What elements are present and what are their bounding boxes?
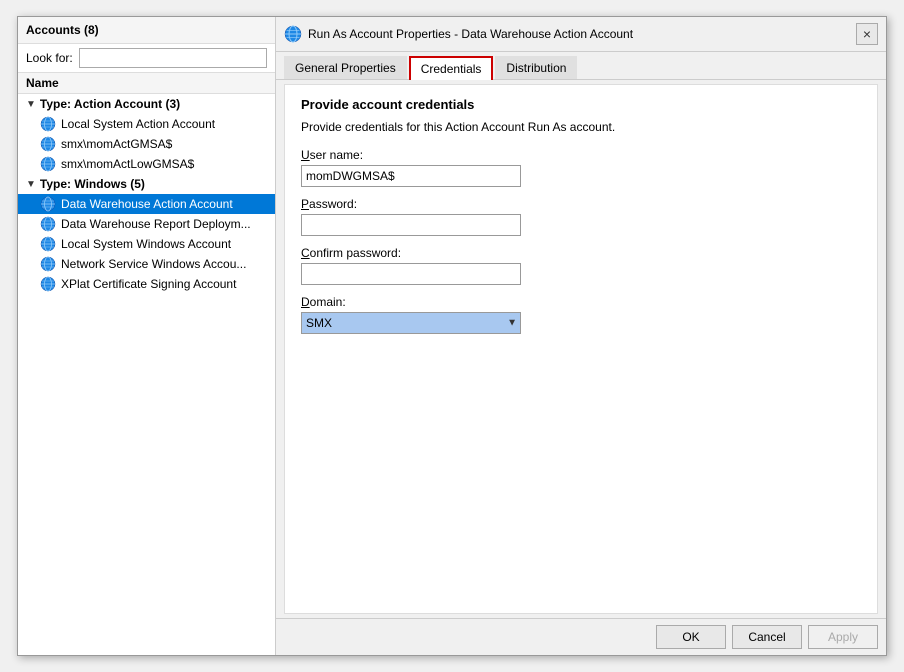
- globe-icon: [40, 136, 56, 152]
- globe-icon: [40, 256, 56, 272]
- domain-label: Domain:: [301, 295, 861, 309]
- collapse-icon[interactable]: ▼: [26, 99, 36, 110]
- list-item[interactable]: Data Warehouse Report Deploym...: [18, 214, 275, 234]
- list-item[interactable]: Data Warehouse Action Account: [18, 194, 275, 214]
- password-field: Password:: [301, 197, 861, 236]
- group-windows: ▼ Type: Windows (5): [18, 174, 275, 194]
- accounts-header: Accounts (8): [18, 17, 275, 44]
- list-item[interactable]: smx\momActGMSA$: [18, 134, 275, 154]
- domain-field: Domain: SMX ▼: [301, 295, 861, 334]
- tab-credentials-label: Credentials: [421, 62, 482, 76]
- group-action-account: ▼ Type: Action Account (3): [18, 94, 275, 114]
- dialog-title-icon: [284, 25, 302, 43]
- group-action-account-label: Type: Action Account (3): [40, 97, 180, 111]
- domain-select[interactable]: SMX: [301, 312, 521, 334]
- look-for-row: Look for:: [18, 44, 275, 73]
- close-button[interactable]: ×: [856, 23, 878, 45]
- list-item[interactable]: Local System Windows Account: [18, 234, 275, 254]
- domain-select-wrapper: SMX ▼: [301, 312, 521, 334]
- list-item[interactable]: XPlat Certificate Signing Account: [18, 274, 275, 294]
- dialog-content: Provide account credentials Provide cred…: [284, 84, 878, 614]
- password-label: Password:: [301, 197, 861, 211]
- look-for-label: Look for:: [26, 51, 73, 65]
- cancel-button[interactable]: Cancel: [732, 625, 802, 649]
- tab-general-properties[interactable]: General Properties: [284, 56, 407, 79]
- confirm-password-label: Confirm password:: [301, 246, 861, 260]
- username-field: User name:: [301, 148, 861, 187]
- item-label: Data Warehouse Report Deploym...: [61, 217, 251, 231]
- item-label: XPlat Certificate Signing Account: [61, 277, 236, 291]
- item-label: Data Warehouse Action Account: [61, 197, 233, 211]
- globe-icon: [40, 236, 56, 252]
- item-label: Network Service Windows Accou...: [61, 257, 246, 271]
- confirm-password-field: Confirm password:: [301, 246, 861, 285]
- tab-distribution-label: Distribution: [506, 61, 566, 75]
- tab-general-properties-label: General Properties: [295, 61, 396, 75]
- username-label: User name:: [301, 148, 861, 162]
- password-input[interactable]: [301, 214, 521, 236]
- globe-icon: [40, 216, 56, 232]
- group-windows-label: Type: Windows (5): [40, 177, 145, 191]
- item-label: Local System Windows Account: [61, 237, 231, 251]
- list-item[interactable]: Network Service Windows Accou...: [18, 254, 275, 274]
- globe-icon: [40, 116, 56, 132]
- tab-credentials[interactable]: Credentials: [409, 56, 494, 80]
- globe-icon: [40, 276, 56, 292]
- collapse-icon[interactable]: ▼: [26, 179, 36, 190]
- column-name-header: Name: [18, 73, 275, 94]
- apply-button[interactable]: Apply: [808, 625, 878, 649]
- dialog-footer: OK Cancel Apply: [276, 618, 886, 655]
- dialog-titlebar: Run As Account Properties - Data Warehou…: [276, 17, 886, 52]
- username-input[interactable]: [301, 165, 521, 187]
- globe-icon: [40, 156, 56, 172]
- dialog-title-text: Run As Account Properties - Data Warehou…: [308, 27, 850, 41]
- item-label: Local System Action Account: [61, 117, 215, 131]
- ok-button[interactable]: OK: [656, 625, 726, 649]
- left-panel: Accounts (8) Look for: Name ▼ Type: Acti…: [18, 17, 276, 655]
- item-label: smx\momActLowGMSA$: [61, 157, 194, 171]
- tab-distribution[interactable]: Distribution: [495, 56, 577, 79]
- globe-icon: [40, 196, 56, 212]
- dialog: Run As Account Properties - Data Warehou…: [276, 17, 886, 655]
- look-for-input[interactable]: [79, 48, 267, 68]
- list-item[interactable]: smx\momActLowGMSA$: [18, 154, 275, 174]
- item-label: smx\momActGMSA$: [61, 137, 172, 151]
- section-desc: Provide credentials for this Action Acco…: [301, 120, 861, 134]
- section-title: Provide account credentials: [301, 97, 861, 112]
- tree-area: ▼ Type: Action Account (3) Local System …: [18, 94, 275, 655]
- list-item[interactable]: Local System Action Account: [18, 114, 275, 134]
- tab-bar: General Properties Credentials Distribut…: [276, 52, 886, 80]
- confirm-password-input[interactable]: [301, 263, 521, 285]
